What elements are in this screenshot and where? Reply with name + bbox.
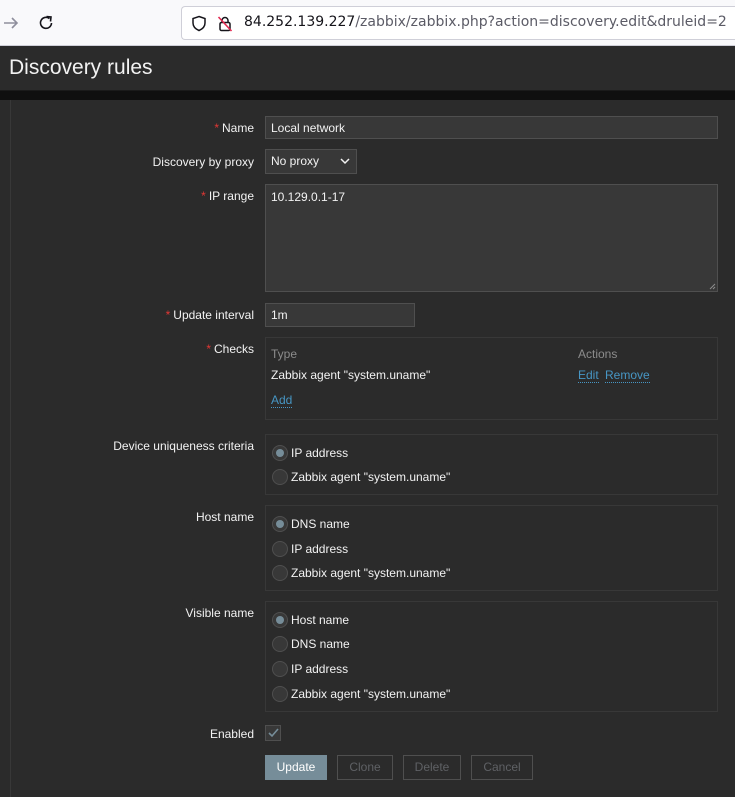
update-interval-label-text: Update interval <box>173 308 254 322</box>
url-host: 84.252.139.227 <box>244 14 356 30</box>
visible-name-radio-group: Host name DNS name IP address Zabbix age… <box>265 601 718 712</box>
radio-button[interactable] <box>272 541 288 557</box>
radio-button[interactable] <box>272 565 288 581</box>
resize-grip-icon[interactable] <box>709 283 716 290</box>
radio-option[interactable]: Zabbix agent "system.uname" <box>272 685 450 703</box>
cancel-button[interactable]: Cancel <box>471 755 533 780</box>
radio-option[interactable]: IP address <box>272 444 348 462</box>
address-bar[interactable]: 84.252.139.227/zabbix/zabbix.php?action=… <box>181 6 735 40</box>
radio-button[interactable] <box>272 686 288 702</box>
radio-label: IP address <box>291 662 349 676</box>
radio-label: Host name <box>291 613 350 627</box>
radio-option[interactable]: IP address <box>272 660 348 678</box>
checkmark-icon <box>268 728 279 738</box>
host-name-radio-group: DNS name IP address Zabbix agent "system… <box>265 505 718 591</box>
update-button[interactable]: Update <box>265 755 327 780</box>
check-type: Zabbix agent "system.uname" <box>271 368 431 382</box>
radio-label: IP address <box>291 542 349 556</box>
ip-range-value: 10.129.0.1-17 <box>271 190 346 204</box>
ip-range-textarea[interactable]: 10.129.0.1-17 <box>265 184 718 292</box>
ip-range-label-text: IP range <box>208 189 254 203</box>
radio-option[interactable]: IP address <box>272 540 348 558</box>
clone-button[interactable]: Clone <box>337 755 393 780</box>
radio-button[interactable] <box>272 661 288 677</box>
radio-label: Zabbix agent "system.uname" <box>291 687 451 701</box>
radio-button[interactable] <box>272 636 288 652</box>
update-interval-input[interactable]: 1m <box>265 303 415 327</box>
check-remove-link[interactable]: Remove <box>605 369 650 383</box>
radio-button[interactable] <box>272 516 288 532</box>
required-mark: * <box>206 342 211 356</box>
chevron-down-icon <box>340 158 350 165</box>
radio-label: Zabbix agent "system.uname" <box>291 566 451 580</box>
proxy-label: Discovery by proxy <box>152 155 254 169</box>
url-text: 84.252.139.227/zabbix/zabbix.php?action=… <box>244 14 727 30</box>
delete-button[interactable]: Delete <box>403 755 461 780</box>
page-header: Discovery rules <box>0 47 735 91</box>
checks-col-actions: Actions <box>578 347 618 361</box>
name-label-text: Name <box>221 121 254 135</box>
radio-option[interactable]: DNS name <box>272 635 350 653</box>
required-mark: * <box>201 189 206 203</box>
ip-range-label: * IP range <box>201 189 254 203</box>
visible-name-label: Visible name <box>185 606 254 620</box>
checks-label: * Checks <box>206 342 254 356</box>
update-interval-label: * Update interval <box>166 308 254 322</box>
checks-label-text: Checks <box>213 342 254 356</box>
checks-col-type: Type <box>271 347 298 361</box>
uniqueness-label: Device uniqueness criteria <box>113 439 254 453</box>
radio-label: DNS name <box>291 637 350 651</box>
required-mark: * <box>214 121 219 135</box>
radio-button[interactable] <box>272 612 288 628</box>
required-mark: * <box>165 308 171 322</box>
shield-icon[interactable] <box>191 15 207 32</box>
checks-table: Type Actions Zabbix agent "system.uname"… <box>265 337 718 420</box>
proxy-select[interactable]: No proxy <box>265 149 357 174</box>
radio-option[interactable]: DNS name <box>272 515 350 533</box>
radio-button[interactable] <box>272 469 288 485</box>
proxy-select-value: No proxy <box>271 154 320 168</box>
radio-option[interactable]: Zabbix agent "system.uname" <box>272 468 450 486</box>
uniqueness-radio-group: IP address Zabbix agent "system.uname" <box>265 434 718 495</box>
url-path: /zabbix/zabbix.php?action=discovery.edit… <box>355 14 727 30</box>
header-divider <box>0 91 735 100</box>
enabled-label: Enabled <box>209 727 254 741</box>
lock-icon[interactable] <box>217 15 233 32</box>
radio-label: IP address <box>291 446 349 460</box>
name-input[interactable]: Local network <box>265 116 718 139</box>
reload-icon[interactable] <box>37 14 55 32</box>
arrow-forward-icon[interactable] <box>2 14 20 32</box>
name-label: * Name <box>214 121 254 135</box>
page-title: Discovery rules <box>9 56 153 79</box>
check-add-link[interactable]: Add <box>271 394 293 408</box>
radio-label: Zabbix agent "system.uname" <box>291 470 451 484</box>
radio-label: DNS name <box>291 517 350 531</box>
check-edit-link[interactable]: Edit <box>578 369 599 383</box>
radio-option[interactable]: Host name <box>272 611 349 629</box>
browser-toolbar: 84.252.139.227/zabbix/zabbix.php?action=… <box>0 0 735 46</box>
host-name-label: Host name <box>195 510 254 524</box>
radio-option[interactable]: Zabbix agent "system.uname" <box>272 564 450 582</box>
radio-button[interactable] <box>272 445 288 461</box>
enabled-checkbox[interactable] <box>265 725 281 741</box>
